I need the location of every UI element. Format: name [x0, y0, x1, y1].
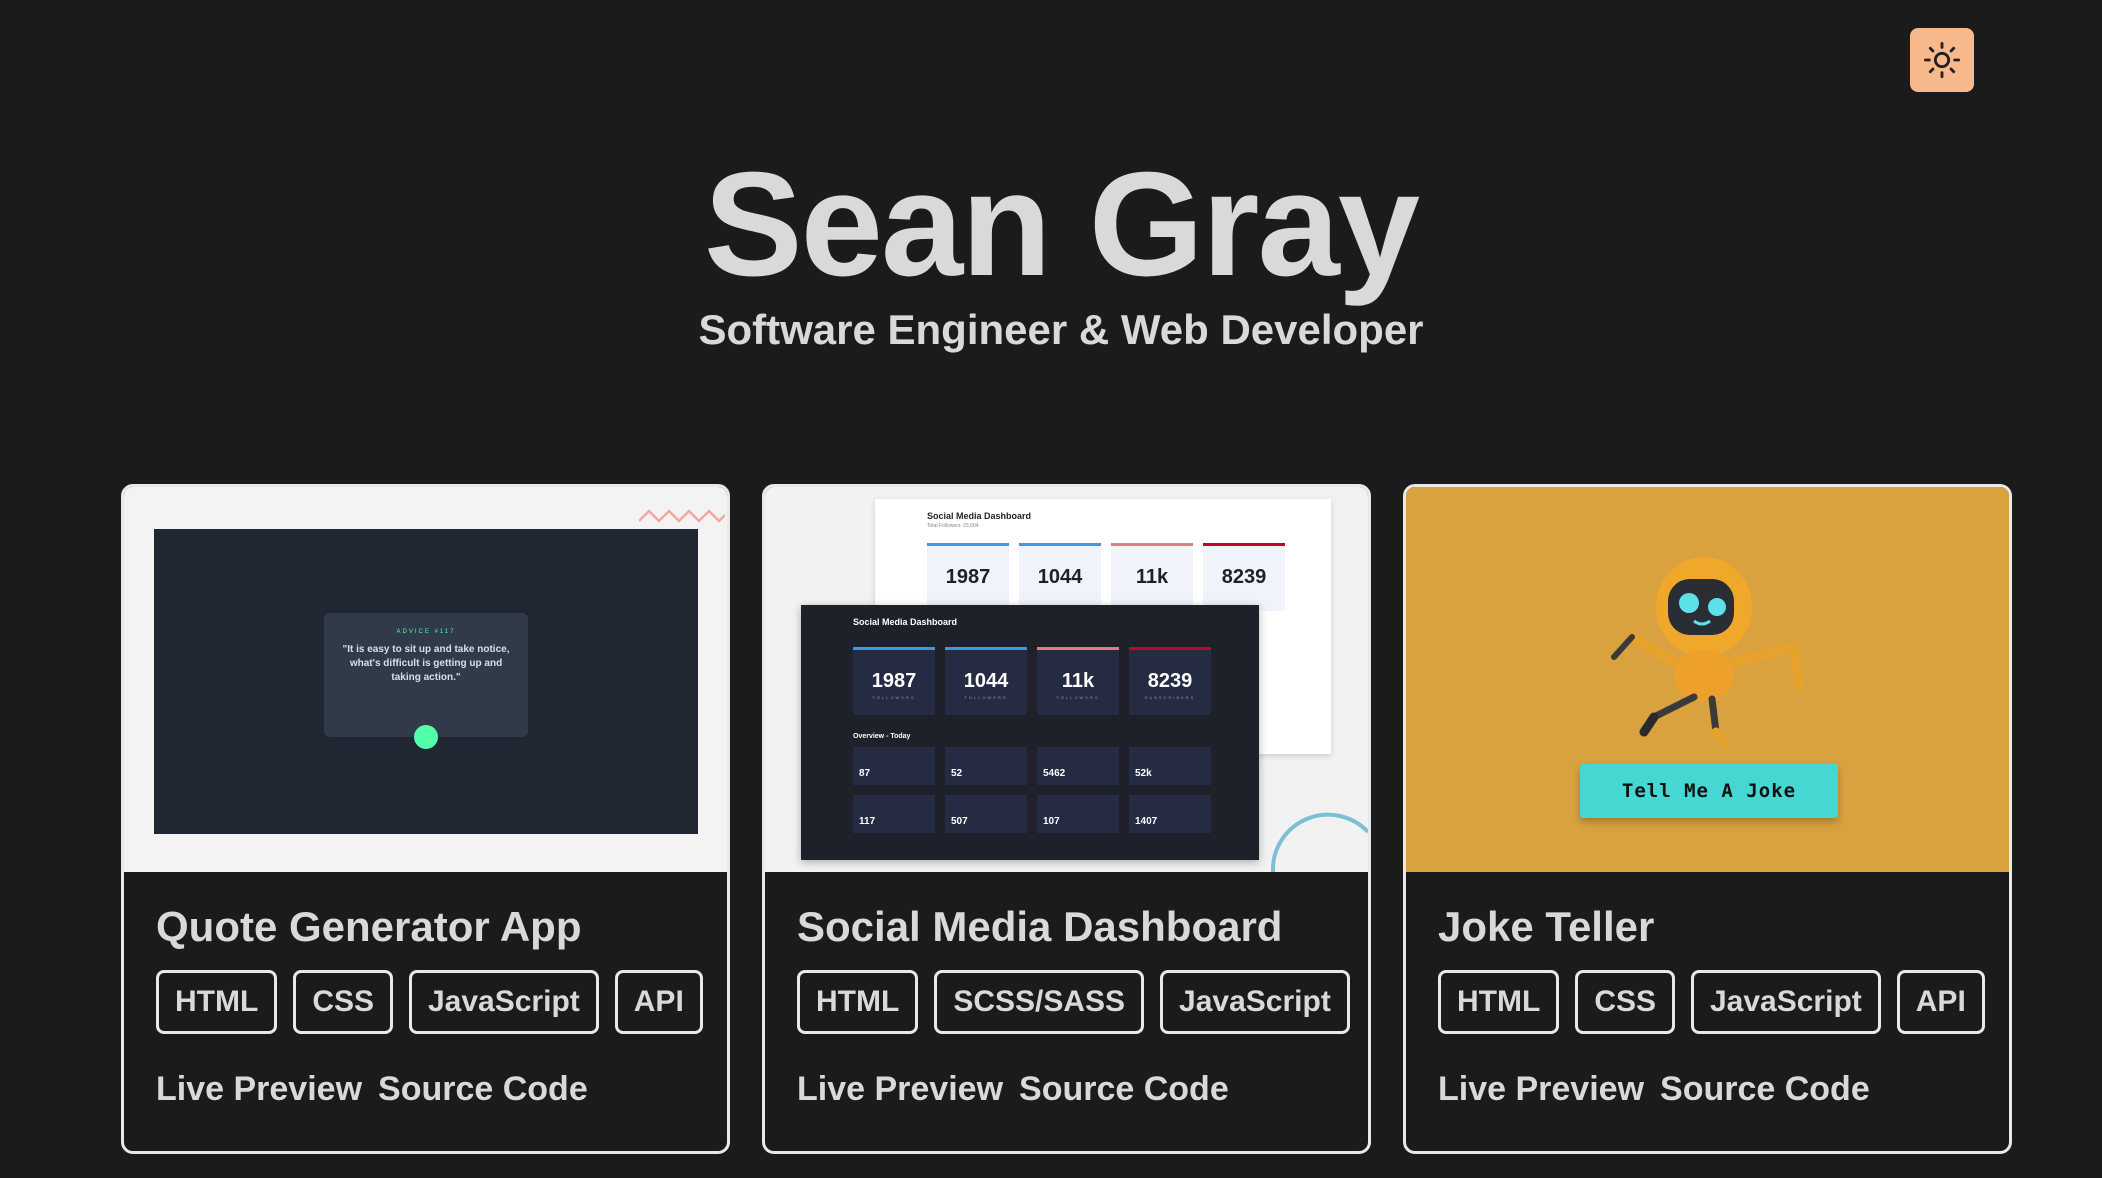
tag: HTML — [156, 970, 278, 1034]
page-title: Sean Gray — [703, 142, 1420, 307]
project-list: ADVICE #117 "It is easy to sit up and ta… — [121, 484, 2012, 1154]
tag-list: HTML CSS JavaScript API — [156, 970, 703, 1034]
zigzag-decoration — [639, 509, 725, 523]
dashboard-title: Social Media Dashboard — [927, 511, 1032, 521]
follower-label: FOLLOWERS — [964, 695, 1008, 700]
tag: JavaScript — [1691, 970, 1881, 1034]
follower-count: 1044 — [963, 670, 1009, 692]
project-links: Live Preview Source Code — [1438, 1070, 1977, 1109]
source-code-link[interactable]: Source Code — [378, 1070, 588, 1109]
project-links: Live Preview Source Code — [797, 1070, 1336, 1109]
overview-value: 117 — [859, 816, 876, 827]
follower-label: FOLLOWERS — [872, 695, 916, 700]
follower-count: 8239 — [1221, 566, 1267, 588]
live-preview-link[interactable]: Live Preview — [1438, 1070, 1644, 1109]
circle-decoration — [1270, 812, 1368, 872]
project-card-social-dashboard: Social Media Dashboard Total Followers: … — [762, 484, 1371, 1154]
overview-value: 1407 — [1135, 816, 1158, 827]
project-thumbnail[interactable]: Tell Me A Joke — [1406, 487, 2009, 872]
dashboard-title: Social Media Dashboard — [853, 617, 958, 627]
overview-value: 507 — [951, 816, 968, 827]
quote-text: "It is easy to sit up and take notice, w… — [342, 644, 510, 683]
follower-count: 1987 — [945, 566, 991, 588]
follower-cards: 1987 FOLLOWERS 1044 FOLLOWERS 11k FOLLOWERS… — [853, 647, 1211, 715]
live-preview-link[interactable]: Live Preview — [797, 1070, 1003, 1109]
overview-value: 107 — [1043, 816, 1060, 827]
follower-count: 8239 — [1147, 670, 1193, 692]
follower-count: 1987 — [871, 670, 917, 692]
total-followers: Total Followers: 23,004 — [927, 523, 979, 529]
tag: JavaScript — [1160, 970, 1350, 1034]
overview-value: 52 — [951, 768, 963, 779]
dashboard-dark-preview: Social Media Dashboard 1987 FOLLOWERS 104… — [801, 605, 1259, 860]
project-title: Social Media Dashboard — [797, 903, 1283, 950]
quote-card: ADVICE #117 "It is easy to sit up and ta… — [324, 613, 528, 749]
tag: API — [1896, 970, 1985, 1034]
dice-icon — [414, 725, 438, 749]
overview-row: 117 507 107 1407 — [853, 795, 1211, 833]
project-thumbnail[interactable]: ADVICE #117 "It is easy to sit up and ta… — [124, 487, 727, 872]
overview-value: 5462 — [1043, 768, 1066, 779]
live-preview-link[interactable]: Live Preview — [156, 1070, 362, 1109]
tag-list: HTML SCSS/SASS JavaScript — [797, 970, 1350, 1034]
overview-row: 87 52 5462 52k — [853, 747, 1211, 785]
tag: HTML — [1438, 970, 1560, 1034]
overview-label: Overview - Today — [853, 733, 911, 740]
theme-toggle-button[interactable] — [1910, 28, 1974, 92]
tag: CSS — [293, 970, 393, 1034]
tag: CSS — [1575, 970, 1675, 1034]
source-code-link[interactable]: Source Code — [1660, 1070, 1870, 1109]
follower-count: 1044 — [1037, 566, 1083, 588]
robot-illustration — [1611, 557, 1804, 747]
project-card-quote-generator: ADVICE #117 "It is easy to sit up and ta… — [121, 484, 730, 1154]
follower-label: SUBSCRIBERS — [1144, 695, 1196, 700]
quote-app-screen: ADVICE #117 "It is easy to sit up and ta… — [154, 529, 698, 834]
follower-cards: 1987 1044 11k 8239 — [927, 543, 1285, 611]
project-links: Live Preview Source Code — [156, 1070, 695, 1109]
project-card-joke-teller: Tell Me A Joke Joke Teller HTML CSS Java… — [1403, 484, 2012, 1154]
hero: Sean Gray Software Engineer & Web Develo… — [0, 150, 2102, 354]
project-thumbnail[interactable]: Social Media Dashboard Total Followers: … — [765, 487, 1368, 872]
overview-value: 52k — [1135, 768, 1152, 779]
tag: SCSS/SASS — [934, 970, 1145, 1034]
tag: HTML — [797, 970, 919, 1034]
follower-label: FOLLOWERS — [1056, 695, 1100, 700]
tag: JavaScript — [409, 970, 599, 1034]
tag-list: HTML CSS JavaScript API — [1438, 970, 1985, 1034]
advice-label: ADVICE #117 — [396, 629, 456, 635]
follower-count: 11k — [1135, 566, 1169, 588]
project-title: Quote Generator App — [156, 903, 582, 950]
tell-joke-button: Tell Me A Joke — [1580, 764, 1838, 818]
tag: API — [614, 970, 703, 1034]
sun-icon — [1923, 41, 1961, 79]
overview-value: 87 — [859, 768, 871, 779]
project-title: Joke Teller — [1438, 903, 1655, 950]
tagline: Software Engineer & Web Developer — [698, 306, 1424, 353]
source-code-link[interactable]: Source Code — [1019, 1070, 1229, 1109]
follower-count: 11k — [1061, 670, 1095, 692]
